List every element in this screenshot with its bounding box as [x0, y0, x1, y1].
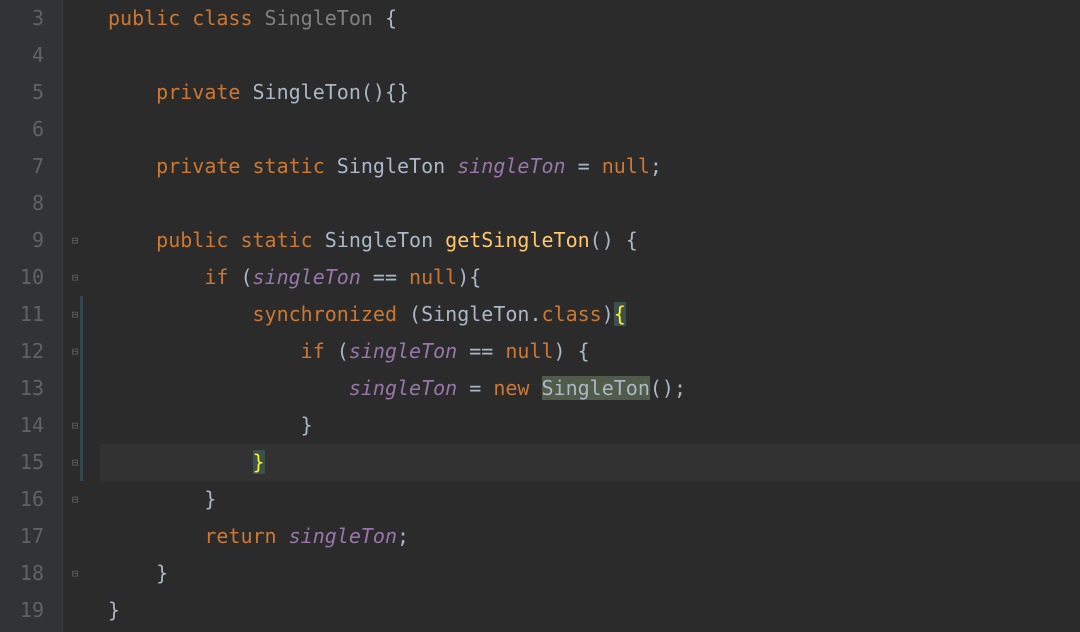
code-line[interactable]: public static SingleTon getSingleTon() {	[100, 222, 1080, 259]
fold-toggle-icon[interactable]	[69, 494, 81, 506]
token: {	[614, 302, 626, 326]
line-number: 15	[0, 444, 44, 481]
code-line[interactable]	[100, 111, 1080, 148]
token: public	[108, 6, 192, 30]
line-number: 4	[0, 37, 44, 74]
line-number: 6	[0, 111, 44, 148]
code-line[interactable]: singleTon = new SingleTon();	[100, 370, 1080, 407]
fold-toggle-icon[interactable]	[69, 272, 81, 284]
token: ){	[457, 265, 481, 289]
token: private	[156, 80, 252, 104]
token: private static	[156, 154, 337, 178]
code-line[interactable]: synchronized (SingleTon.class){	[100, 296, 1080, 333]
token: null	[602, 154, 650, 178]
token: ) {	[554, 339, 590, 363]
token: null	[409, 265, 457, 289]
token: }	[253, 450, 265, 474]
line-number: 17	[0, 518, 44, 555]
code-line[interactable]: }	[100, 555, 1080, 592]
code-line[interactable]: public class SingleTon {	[100, 0, 1080, 37]
token: ==	[361, 265, 409, 289]
token: singleTon	[349, 376, 457, 400]
code-line[interactable]: return singleTon;	[100, 518, 1080, 555]
line-number: 7	[0, 148, 44, 185]
line-number: 19	[0, 592, 44, 629]
token: return	[204, 524, 288, 548]
code-line[interactable]: }	[100, 407, 1080, 444]
line-number: 12	[0, 333, 44, 370]
token: ;	[397, 524, 409, 548]
token: }	[108, 598, 120, 622]
token: {	[385, 6, 397, 30]
token: class	[192, 6, 264, 30]
token: if	[204, 265, 240, 289]
code-line[interactable]: }	[100, 592, 1080, 629]
code-line[interactable]: private SingleTon(){}	[100, 74, 1080, 111]
token: singleTon	[457, 154, 565, 178]
token: public static	[156, 228, 325, 252]
token: class	[542, 302, 602, 326]
token: =	[566, 154, 602, 178]
line-number-gutter: 345678910111213141516171819	[0, 0, 62, 632]
fold-toggle-icon[interactable]	[69, 568, 81, 580]
line-number: 3	[0, 0, 44, 37]
code-line[interactable]: if (singleTon == null){	[100, 259, 1080, 296]
code-line[interactable]: private static SingleTon singleTon = nul…	[100, 148, 1080, 185]
fold-toggle-icon[interactable]	[69, 235, 81, 247]
vcs-change-marker	[80, 296, 83, 481]
line-number: 10	[0, 259, 44, 296]
token: null	[505, 339, 553, 363]
token: =	[457, 376, 493, 400]
line-number: 16	[0, 481, 44, 518]
line-number: 13	[0, 370, 44, 407]
line-number: 8	[0, 185, 44, 222]
token: }	[301, 413, 313, 437]
token: ;	[650, 154, 662, 178]
token: SingleTon	[337, 154, 457, 178]
token: }	[204, 487, 216, 511]
line-number: 11	[0, 296, 44, 333]
code-line[interactable]: }	[100, 481, 1080, 518]
code-line[interactable]	[100, 37, 1080, 74]
token: synchronized	[253, 302, 410, 326]
token: (	[337, 339, 349, 363]
line-number: 18	[0, 555, 44, 592]
token: (){}	[361, 80, 409, 104]
token: new	[493, 376, 541, 400]
code-area[interactable]: public class SingleTon { private SingleT…	[100, 0, 1080, 632]
token: singleTon	[349, 339, 457, 363]
code-line[interactable]	[100, 185, 1080, 222]
token: SingleTon	[325, 228, 445, 252]
line-number: 5	[0, 74, 44, 111]
token: )	[602, 302, 614, 326]
token: SingleTon	[265, 6, 385, 30]
token: getSingleTon	[445, 228, 590, 252]
token: singleTon	[289, 524, 397, 548]
token: (SingleTon.	[409, 302, 541, 326]
code-line[interactable]: if (singleTon == null) {	[100, 333, 1080, 370]
code-editor: 345678910111213141516171819 public class…	[0, 0, 1080, 632]
code-line[interactable]: }	[100, 444, 1080, 481]
token: SingleTon	[542, 376, 650, 400]
token: (	[240, 265, 252, 289]
token: ==	[457, 339, 505, 363]
token: }	[156, 561, 168, 585]
token: singleTon	[253, 265, 361, 289]
token: if	[301, 339, 337, 363]
token: SingleTon	[253, 80, 361, 104]
line-number: 9	[0, 222, 44, 259]
token: () {	[590, 228, 638, 252]
token: ();	[650, 376, 686, 400]
line-number: 14	[0, 407, 44, 444]
